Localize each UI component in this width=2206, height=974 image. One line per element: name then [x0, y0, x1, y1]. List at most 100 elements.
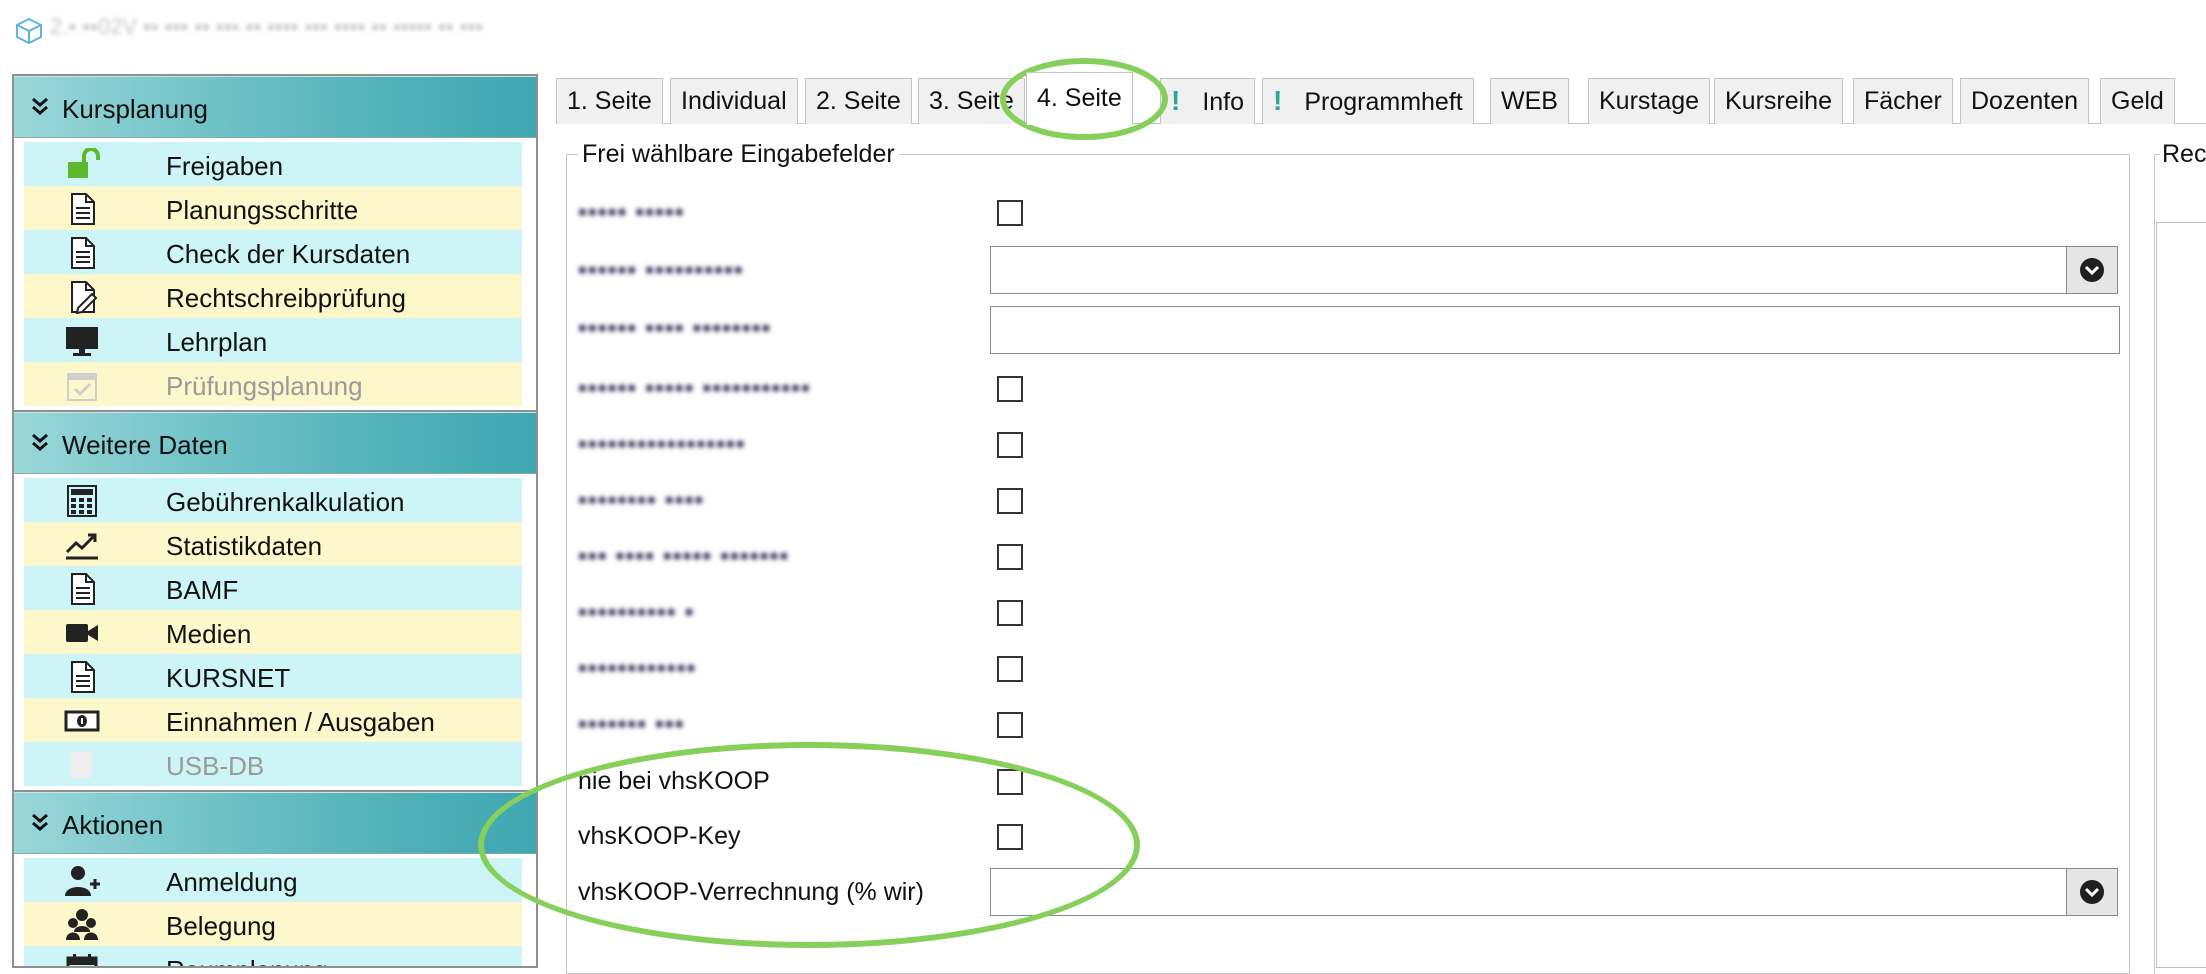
field-label: ▪▪▪▪▪ ▪▪▪▪▪	[578, 198, 685, 226]
sidebar-item-statistikdaten[interactable]: Statistikdaten	[24, 522, 522, 566]
sidebar-item-raumplanung[interactable]: Raumplanung	[24, 946, 522, 966]
tab-individual[interactable]: Individual	[670, 78, 798, 124]
sidebar-item-label: Freigaben	[166, 151, 284, 181]
field-label: ▪▪▪▪▪▪▪▪ ▪▪▪▪	[578, 486, 705, 514]
sidebar-item-label: Raumplanung	[166, 955, 328, 966]
sidebar-item-label: Gebührenkalkulation	[166, 487, 405, 517]
tab-web[interactable]: WEB	[1490, 78, 1569, 124]
tab-kurstage[interactable]: Kurstage	[1588, 78, 1711, 124]
section-label: Weitere Daten	[62, 430, 228, 460]
field-combobox[interactable]	[990, 868, 2118, 916]
field-checkbox[interactable]	[997, 200, 1023, 226]
field-label: ▪▪▪▪▪▪ ▪▪▪▪▪ ▪▪▪▪▪▪▪▪▪▪▪	[578, 374, 811, 402]
field-textbox[interactable]	[990, 306, 2120, 354]
sidebar-item-label: Prüfungsplanung	[166, 371, 363, 401]
sidebar-item-kursnet[interactable]: KURSNET	[24, 654, 522, 698]
field-combobox[interactable]	[990, 246, 2118, 294]
tab-label: 3. Seite	[929, 87, 1014, 115]
field-checkbox[interactable]	[997, 824, 1023, 850]
section-header-weitere-daten[interactable]: Weitere Daten	[14, 412, 536, 474]
sidebar-item-label: KURSNET	[166, 663, 291, 693]
sidebar-item-medien[interactable]: Medien	[24, 610, 522, 654]
sidebar-item-rechtschreibprüfung[interactable]: Rechtschreibprüfung	[24, 274, 522, 318]
section-header-aktionen[interactable]: Aktionen	[14, 792, 536, 854]
chart-line-icon	[64, 528, 100, 562]
sidebar-item-gebührenkalkulation[interactable]: Gebührenkalkulation	[24, 478, 522, 522]
sidebar-item-prüfungsplanung: Prüfungsplanung	[24, 362, 522, 406]
sidebar-item-label: Check der Kursdaten	[166, 239, 411, 269]
tab-programmheft[interactable]: ! Programmheft	[1262, 78, 1474, 124]
tab-fächer[interactable]: Fächer	[1853, 78, 1953, 124]
document-edit-icon	[64, 280, 100, 315]
field-label: ▪▪▪▪▪▪ ▪▪▪▪ ▪▪▪▪▪▪▪▪	[578, 314, 772, 342]
sidebar-item-label: Rechtschreibprüfung	[166, 283, 406, 313]
field-checkbox[interactable]	[997, 544, 1023, 570]
calculator-icon	[64, 484, 100, 518]
sidebar-item-label: Belegung	[166, 911, 276, 941]
tab-1-seite[interactable]: 1. Seite	[556, 78, 663, 124]
field-label: ▪▪▪▪▪▪▪ ▪▪▪	[578, 710, 685, 738]
dropdown-button[interactable]	[2066, 246, 2118, 294]
tab-geld[interactable]: Geld	[2100, 78, 2175, 124]
field-checkbox[interactable]	[997, 376, 1023, 402]
field-label: nie bei vhsKOOP	[578, 767, 770, 795]
field-label: ▪▪▪▪▪▪▪▪▪▪ ▪	[578, 598, 695, 626]
sidebar-item-label: Anmeldung	[166, 867, 298, 897]
section-header-kursplanung[interactable]: Kursplanung	[14, 76, 536, 138]
tab-label: Info	[1202, 88, 1245, 116]
usb-icon	[64, 748, 100, 782]
sidebar-item-label: Planungsschritte	[166, 195, 359, 225]
section-body: Anmeldung Belegung Raumplanung	[14, 854, 536, 966]
tab-dozenten[interactable]: Dozenten	[1960, 78, 2090, 124]
sidebar-item-usb-db: USB-DB	[24, 742, 522, 786]
field-label: ▪▪▪ ▪▪▪▪ ▪▪▪▪▪ ▪▪▪▪▪▪▪	[578, 542, 790, 570]
field-checkbox[interactable]	[997, 656, 1023, 682]
field-checkbox[interactable]	[997, 600, 1023, 626]
field-checkbox[interactable]	[997, 432, 1023, 458]
sidebar-item-anmeldung[interactable]: Anmeldung	[24, 858, 522, 902]
tab-4-seite[interactable]: 4. Seite	[1026, 72, 1133, 125]
tab-label: Fächer	[1864, 87, 1942, 115]
field-checkbox[interactable]	[997, 712, 1023, 738]
tab-label: Geld	[2111, 87, 2164, 115]
tab-2-seite[interactable]: 2. Seite	[805, 78, 912, 124]
sidebar-item-label: Lehrplan	[166, 327, 268, 357]
field-checkbox[interactable]	[997, 488, 1023, 514]
sidebar-item-belegung[interactable]: Belegung	[24, 902, 522, 946]
field-label: vhsKOOP-Key	[578, 822, 741, 850]
groupbox-title: Frei wählbare Eingabefelder	[578, 140, 899, 169]
title-bar: 2.▪ ▪▪02V ▪▪ ▪▪▪ ▪▪ ▪▪▪ ▪▪ ▪▪▪▪ ▪▪▪ ▪▪▪▪…	[0, 0, 2206, 56]
sidebar-item-check-der-kursdaten[interactable]: Check der Kursdaten	[24, 230, 522, 274]
sidebar-item-lehrplan[interactable]: Lehrplan	[24, 318, 522, 362]
tab-info[interactable]: ! Info	[1160, 78, 1256, 124]
document-icon	[64, 192, 100, 226]
tab-label: Kurstage	[1599, 87, 1700, 115]
calendar-check-icon	[64, 368, 100, 402]
window-title: 2.▪ ▪▪02V ▪▪ ▪▪▪ ▪▪ ▪▪▪ ▪▪ ▪▪▪▪ ▪▪▪ ▪▪▪▪…	[50, 14, 484, 39]
money-icon	[64, 704, 100, 738]
tab-strip: 1. Seite Individual 2. Seite 3. Seite 4. Sei…	[556, 72, 2206, 125]
field-label: ▪▪▪▪▪▪ ▪▪▪▪▪▪▪▪▪▪	[578, 256, 744, 284]
sidebar-item-label: Statistikdaten	[166, 531, 323, 561]
field-label: vhsKOOP-Verrechnung (% wir)	[578, 878, 924, 906]
sidebar-item-bamf[interactable]: BAMF	[24, 566, 522, 610]
video-camera-icon	[64, 616, 100, 650]
unlock-icon	[64, 147, 100, 182]
sidebar-item-planungsschritte[interactable]: Planungsschritte	[24, 186, 522, 230]
tab-label: 4. Seite	[1037, 84, 1122, 112]
dropdown-button[interactable]	[2066, 868, 2118, 916]
tab-3-seite[interactable]: 3. Seite	[918, 78, 1025, 124]
document-icon	[64, 572, 100, 606]
users-icon	[64, 908, 100, 942]
tab-kursreihe[interactable]: Kursreihe	[1714, 78, 1843, 124]
tab-label: 1. Seite	[567, 87, 652, 115]
field-label: ▪▪▪▪▪▪▪▪▪▪▪▪	[578, 654, 697, 682]
tab-label: Programmheft	[1304, 88, 1463, 116]
sidebar-item-freigaben[interactable]: Freigaben	[24, 142, 522, 186]
calendar-icon	[64, 952, 100, 966]
sidebar-item-einnahmen-ausgaben[interactable]: Einnahmen / Ausgaben	[24, 698, 522, 742]
field-checkbox[interactable]	[997, 769, 1023, 795]
chevron-double-down-icon	[30, 812, 50, 834]
chevron-double-down-icon	[30, 96, 50, 118]
section-body: Gebührenkalkulation Statistikdaten BAMF Med…	[14, 474, 536, 792]
